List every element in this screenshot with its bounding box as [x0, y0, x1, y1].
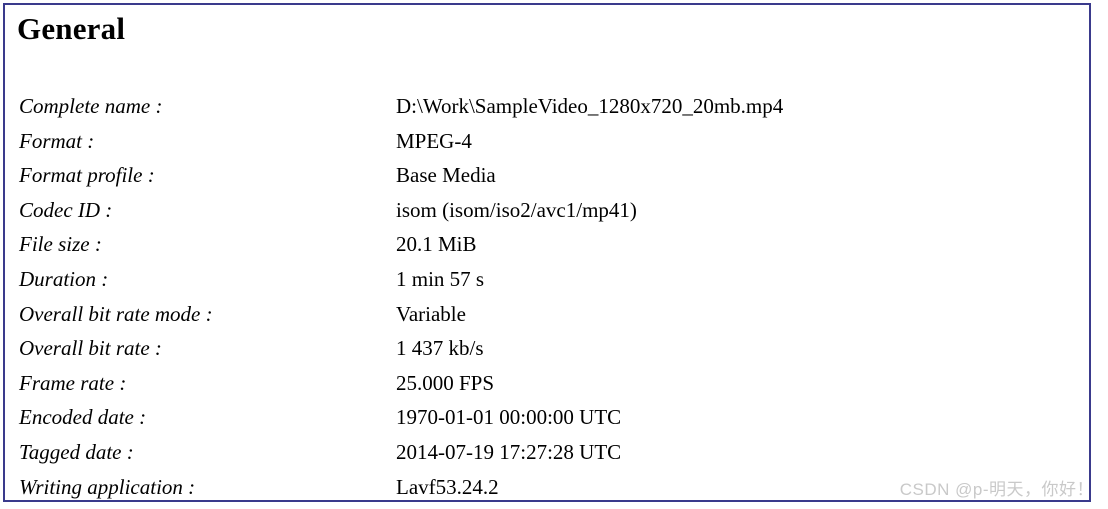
- property-label: Duration :: [19, 266, 109, 291]
- property-row-duration: Duration : 1 min 57 s: [5, 267, 1089, 302]
- property-value: Base Media: [396, 163, 496, 188]
- property-value: 1970-01-01 00:00:00 UTC: [396, 405, 622, 430]
- property-value: 1 min 57 s: [396, 266, 485, 291]
- property-row-format-profile: Format profile : Base Media: [5, 163, 1089, 198]
- property-label: Overall bit rate mode :: [19, 301, 213, 326]
- property-label: Complete name :: [19, 94, 163, 118]
- property-value: 2014-07-19 17:27:28 UTC: [396, 439, 622, 464]
- property-label: Format :: [19, 128, 95, 153]
- property-value: isom (isom/iso2/avc1/mp41): [396, 197, 637, 222]
- property-label: Tagged date :: [19, 439, 134, 464]
- csdn-watermark: CSDN @p-明天，你好！: [899, 480, 1094, 499]
- property-label: Format profile :: [19, 163, 155, 188]
- property-row-overall-bit-rate-mode: Overall bit rate mode : Variable: [5, 302, 1089, 337]
- property-row-codec-id: Codec ID : isom (isom/iso2/avc1/mp41): [5, 198, 1089, 233]
- property-value: Lavf53.24.2: [396, 474, 499, 499]
- property-row-complete-name: Complete name : D:\Work\SampleVideo_1280…: [5, 94, 1089, 129]
- property-row-frame-rate: Frame rate : 25.000 FPS: [5, 371, 1089, 406]
- property-label: Encoded date :: [19, 405, 147, 430]
- property-value: MPEG-4: [396, 128, 472, 153]
- property-row-format: Format : MPEG-4: [5, 129, 1089, 164]
- property-row-overall-bit-rate: Overall bit rate : 1 437 kb/s: [5, 336, 1089, 371]
- media-info-panel-content: General Complete name : D:\Work\SampleVi…: [5, 5, 1089, 500]
- property-value: D:\Work\SampleVideo_1280x720_20mb.mp4: [396, 94, 784, 118]
- property-value: 1 437 kb/s: [396, 336, 484, 361]
- property-list: Complete name : D:\Work\SampleVideo_1280…: [5, 94, 1089, 500]
- media-info-panel: General Complete name : D:\Work\SampleVi…: [3, 3, 1091, 502]
- property-row-tagged-date: Tagged date : 2014-07-19 17:27:28 UTC: [5, 440, 1089, 475]
- screenshot-root: General Complete name : D:\Work\SampleVi…: [0, 0, 1108, 509]
- property-row-file-size: File size : 20.1 MiB: [5, 232, 1089, 267]
- property-label: Overall bit rate :: [19, 336, 162, 361]
- property-label: File size :: [19, 232, 102, 257]
- property-label: Writing application :: [19, 474, 196, 499]
- property-value: 25.000 FPS: [396, 370, 495, 395]
- property-label: Frame rate :: [19, 370, 127, 395]
- property-label: Codec ID :: [19, 197, 113, 222]
- property-value: 20.1 MiB: [396, 232, 477, 257]
- property-value: Variable: [396, 301, 466, 326]
- section-title-general: General: [17, 11, 126, 46]
- property-row-encoded-date: Encoded date : 1970-01-01 00:00:00 UTC: [5, 405, 1089, 440]
